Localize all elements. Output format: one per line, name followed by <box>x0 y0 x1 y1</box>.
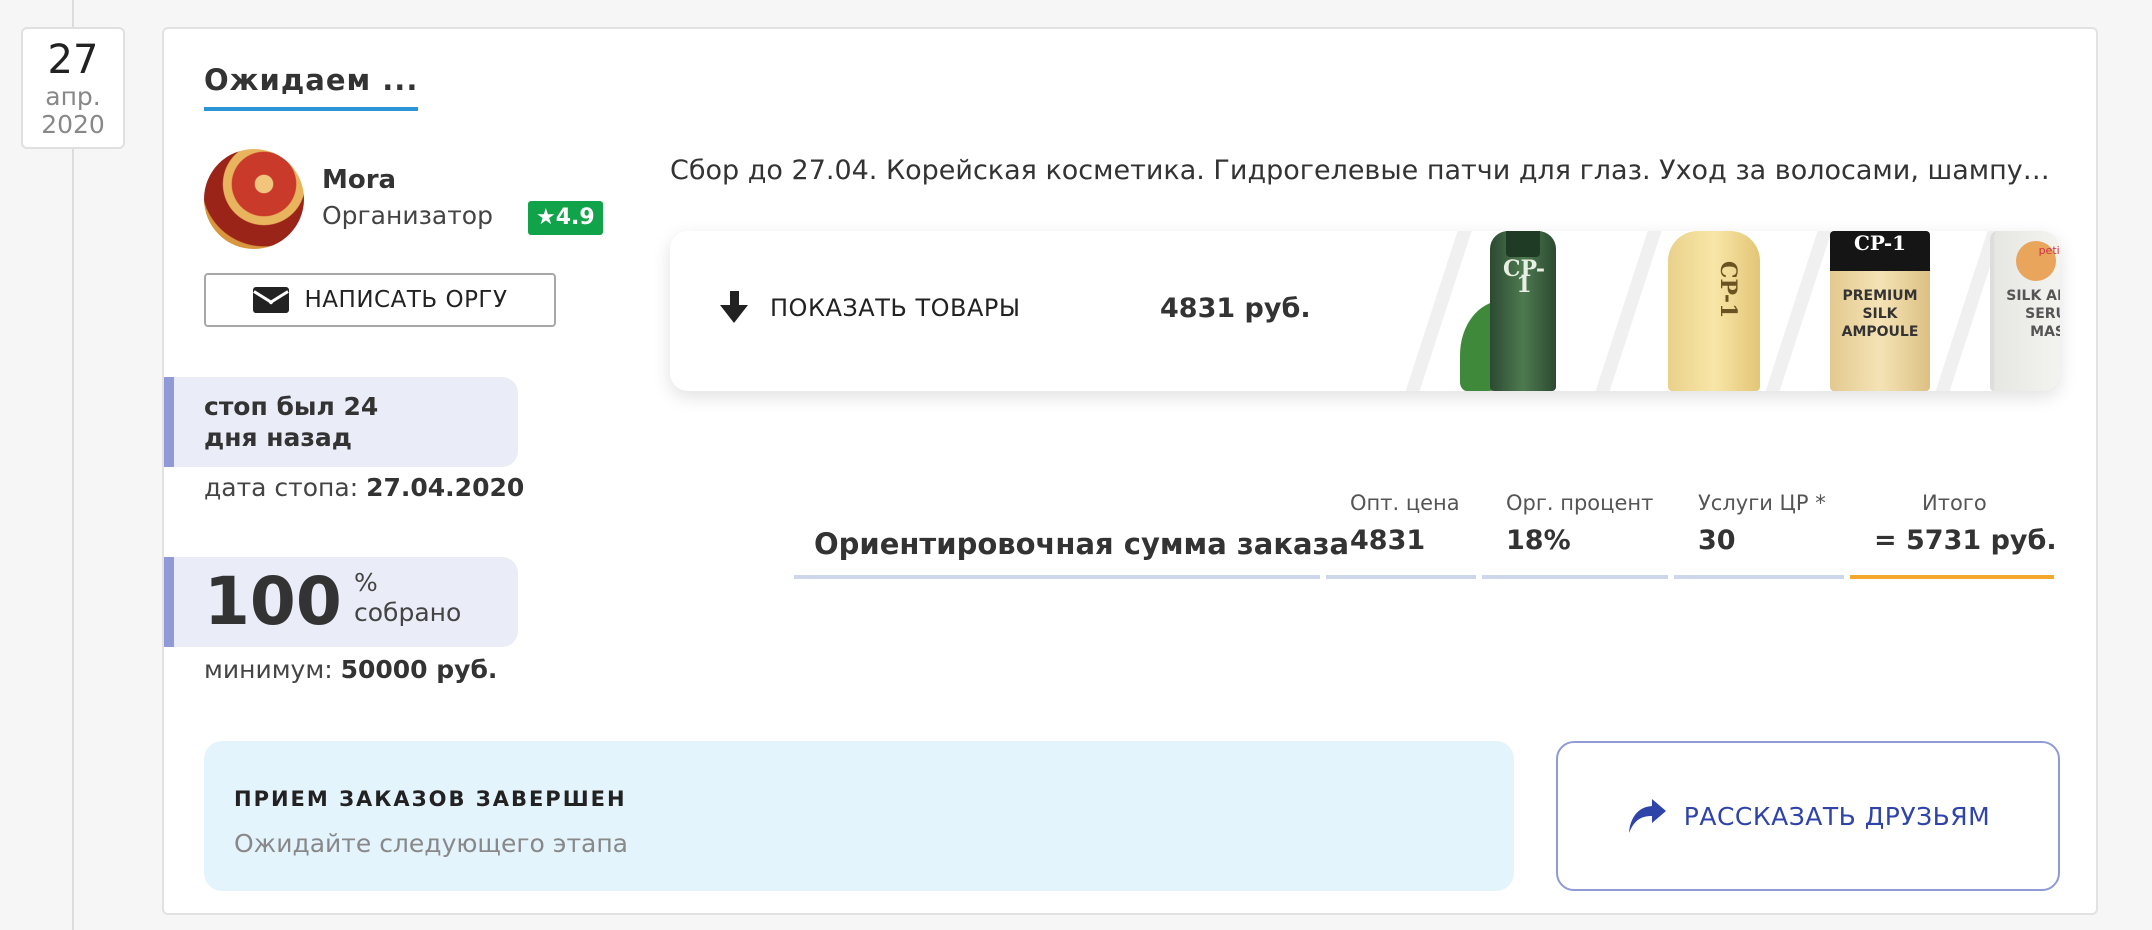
calc-total-value: = 5731 руб. <box>1874 525 2057 556</box>
share-icon <box>1628 799 1666 833</box>
avatar[interactable] <box>204 149 304 249</box>
product-images[interactable]: CP-1 CP-1 CP-1 PREMIUM SILK AMPOULE peti… <box>1399 231 2060 391</box>
purchase-description[interactable]: Сбор до 27.04. Корейская косметика. Гидр… <box>670 155 2050 186</box>
calc-opt-col: Опт. цена 4831 <box>1326 469 1476 579</box>
collected-label: собрано <box>354 598 462 627</box>
product-cap-1 <box>1506 231 1540 257</box>
calc-total-head: Итого <box>1922 491 1987 515</box>
calc-opt-head: Опт. цена <box>1350 491 1460 515</box>
stop-line-1: стоп был 24 <box>204 392 379 421</box>
organizer-role: Организатор <box>322 201 493 230</box>
stop-line-2: дня назад <box>204 423 352 452</box>
collected-unit: % <box>354 568 378 597</box>
calc-service-head: Услуги ЦР * <box>1698 491 1826 515</box>
product-label-4: SILK AMINO SERUM MASK <box>2006 288 2060 340</box>
calc-service-col: Услуги ЦР * 30 <box>1674 469 1844 579</box>
products-panel[interactable]: ПОКАЗАТЬ ТОВАРЫ 4831 руб. CP-1 CP-1 CP-1… <box>670 231 2060 391</box>
product-label-1: CP-1 <box>1503 256 1545 298</box>
minimum-value: 50000 руб. <box>340 655 498 684</box>
date-badge: 27 апр. 2020 <box>21 27 125 149</box>
status-subtitle: Ожидайте следующего этапа <box>234 829 628 858</box>
share-friends-button[interactable]: РАССКАЗАТЬ ДРУЗЬЯМ <box>1556 741 2060 891</box>
show-goods-button[interactable]: ПОКАЗАТЬ ТОВАРЫ <box>718 291 1021 325</box>
stop-date: дата стопа: 27.04.2020 <box>204 473 524 502</box>
date-month: апр. <box>45 82 101 111</box>
calc-main-label: Ориентировочная сумма заказа <box>814 527 1350 561</box>
calc-total-col: Итого = 5731 руб. <box>1850 469 2057 579</box>
stripe <box>1589 231 1665 391</box>
share-friends-label: РАССКАЗАТЬ ДРУЗЬЯМ <box>1683 801 1991 831</box>
organizer-block: Mora Организатор ★4.9 <box>204 149 604 259</box>
collected-percent: 100 <box>204 563 342 640</box>
organizer-name[interactable]: Mora <box>322 165 396 195</box>
card-title: Ожидаем ... <box>204 63 419 111</box>
date-year: 2020 <box>41 110 105 139</box>
stop-info-box: стоп был 24 дня назад <box>164 377 518 467</box>
calc-opt-value: 4831 <box>1350 525 1426 556</box>
product-label-4-top: petitfee <box>2038 244 2060 257</box>
calc-org-col: Орг. процент 18% <box>1482 469 1668 579</box>
calc-service-value: 30 <box>1698 525 1736 556</box>
date-day: 27 <box>47 37 99 83</box>
order-calculation: Ориентировочная сумма заказа Опт. цена 4… <box>794 469 2057 579</box>
write-organizer-label: НАПИСАТЬ ОРГУ <box>304 287 508 313</box>
minimum-label: минимум: <box>204 655 333 684</box>
mail-icon <box>252 287 289 313</box>
calc-main-col: Ориентировочная сумма заказа <box>794 469 1349 579</box>
stripe <box>1759 231 1835 391</box>
stop-date-label: дата стопа: <box>204 473 359 502</box>
goods-price: 4831 руб. <box>1160 293 1311 324</box>
calc-org-head: Орг. процент <box>1506 491 1654 515</box>
rating-badge: ★4.9 <box>528 201 603 235</box>
show-goods-label: ПОКАЗАТЬ ТОВАРЫ <box>770 294 1021 322</box>
star-icon: ★ <box>536 205 556 230</box>
status-title: ПРИЕМ ЗАКАЗОВ ЗАВЕРШЕН <box>234 787 627 811</box>
product-label-2: CP-1 <box>1715 261 1741 319</box>
product-label-3b: PREMIUM SILK AMPOULE <box>1841 288 1919 340</box>
calc-org-value: 18% <box>1506 525 1571 556</box>
write-organizer-button[interactable]: НАПИСАТЬ ОРГУ <box>204 273 556 327</box>
stop-date-value: 27.04.2020 <box>366 473 525 502</box>
purchase-card: Ожидаем ... Mora Организатор ★4.9 НАПИСА… <box>162 27 2098 915</box>
arrow-down-icon <box>718 291 750 325</box>
collected-box: 100 % собрано <box>164 557 518 647</box>
minimum-sum: минимум: 50000 руб. <box>204 655 497 684</box>
status-box: ПРИЕМ ЗАКАЗОВ ЗАВЕРШЕН Ожидайте следующе… <box>204 741 1514 891</box>
product-label-3: CP-1 <box>1853 231 1907 255</box>
rating-value: 4.9 <box>555 205 595 230</box>
